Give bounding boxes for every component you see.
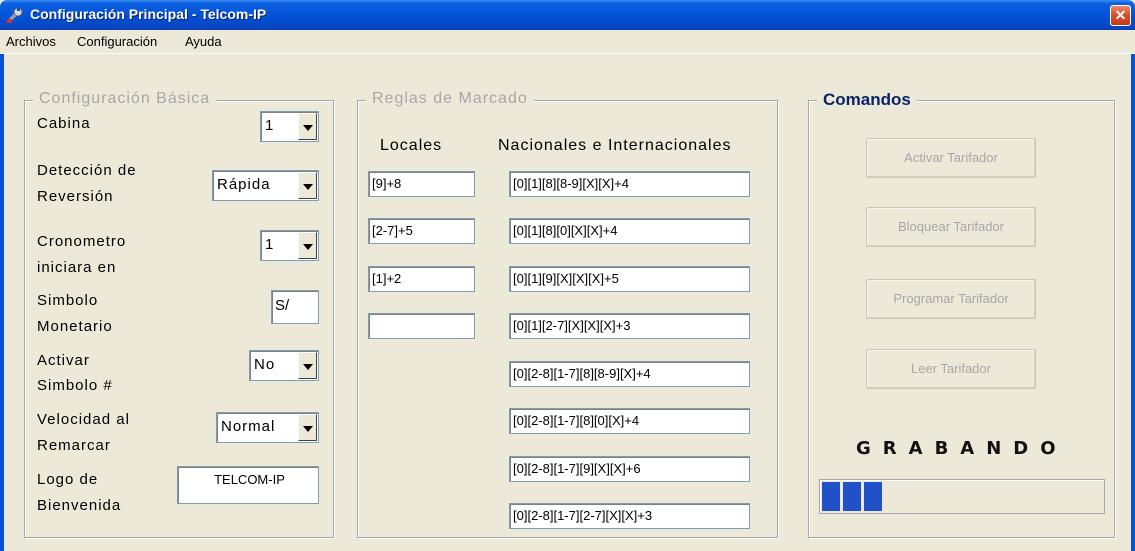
programar-tarifador-button[interactable]: Programar Tarifador: [866, 279, 1036, 319]
chevron-down-icon[interactable]: [298, 113, 317, 140]
label-logo-2: Bienvenida: [37, 497, 122, 514]
progress-bar: [819, 479, 1105, 514]
group-commands-legend: Comandos: [817, 90, 917, 110]
group-rules-legend: Reglas de Marcado: [366, 90, 534, 108]
national-rule-field-2[interactable]: [0][1][8][0][X][X]+4: [509, 218, 750, 244]
velocidad-value: Normal: [221, 418, 276, 435]
label-activar-2: Simbolo #: [37, 377, 113, 394]
local-rule-field-1[interactable]: [9]+8: [368, 171, 475, 197]
progress-chunk: [843, 482, 861, 511]
label-cabina: Cabina: [37, 115, 91, 132]
cronometro-value: 1: [265, 236, 275, 253]
national-rule-field-5[interactable]: [0][2-8][1-7][8][8-9][X]+4: [509, 361, 750, 387]
national-rule-field-3[interactable]: [0][1][9][X][X][X]+5: [509, 266, 750, 292]
activar-value: No: [254, 356, 276, 373]
velocidad-select[interactable]: Normal: [216, 412, 319, 443]
label-cronometro-1: Cronometro: [37, 233, 127, 250]
menu-bar: Archivos Configuración Ayuda: [0, 30, 1135, 54]
menu-archivos[interactable]: Archivos: [6, 34, 56, 49]
bloquear-tarifador-button[interactable]: Bloquear Tarifador: [866, 207, 1036, 247]
label-cronometro-2: iniciara en: [37, 259, 117, 276]
deteccion-value: Rápida: [217, 176, 271, 193]
menu-ayuda[interactable]: Ayuda: [185, 34, 222, 49]
national-rule-field-8[interactable]: [0][2-8][1-7][2-7][X][X]+3: [509, 503, 750, 529]
progress-fill: [822, 482, 882, 511]
national-rule-field-1[interactable]: [0][1][8][8-9][X][X]+4: [509, 171, 750, 197]
national-rule-field-4[interactable]: [0][1][2-7][X][X][X]+3: [509, 313, 750, 339]
label-deteccion-1: Detección de: [37, 162, 137, 179]
label-deteccion-2: Reversión: [37, 188, 114, 205]
header-locales: Locales: [380, 137, 443, 154]
leer-tarifador-button[interactable]: Leer Tarifador: [866, 349, 1036, 389]
close-button[interactable]: ✕: [1110, 5, 1131, 26]
label-activar-1: Activar: [37, 352, 90, 369]
local-rule-field-4[interactable]: [368, 313, 475, 339]
label-simbolo-1: Simbolo: [37, 292, 99, 309]
deteccion-select[interactable]: Rápida: [212, 170, 319, 201]
menu-configuracion[interactable]: Configuración: [77, 34, 157, 49]
simbolo-field[interactable]: S/: [271, 290, 319, 324]
close-icon: ✕: [1114, 7, 1127, 23]
cronometro-select[interactable]: 1: [260, 230, 319, 261]
group-basic-legend: Configuración Básica: [33, 90, 217, 108]
window-border-left: [0, 54, 4, 551]
progress-chunk: [864, 482, 882, 511]
cabina-select[interactable]: 1: [260, 111, 319, 142]
status-recording-label: GRABANDO: [856, 438, 1068, 459]
wrench-icon: [7, 7, 23, 23]
local-rule-field-3[interactable]: [1]+2: [368, 266, 475, 292]
window-border-right: [1131, 54, 1135, 551]
chevron-down-icon[interactable]: [298, 352, 317, 379]
window-title: Configuración Principal - Telcom-IP: [30, 6, 267, 22]
chevron-down-icon[interactable]: [298, 232, 317, 259]
logo-field[interactable]: TELCOM-IP: [177, 466, 319, 504]
cabina-value: 1: [265, 117, 275, 134]
local-rule-field-2[interactable]: [2-7]+5: [368, 218, 475, 244]
national-rule-field-6[interactable]: [0][2-8][1-7][8][0][X]+4: [509, 408, 750, 434]
chevron-down-icon[interactable]: [298, 414, 317, 441]
label-logo-1: Logo de: [37, 471, 99, 488]
activar-select[interactable]: No: [249, 350, 319, 381]
activar-tarifador-button[interactable]: Activar Tarifador: [866, 138, 1036, 178]
label-velocidad-1: Velocidad al: [37, 411, 130, 428]
progress-chunk: [822, 482, 840, 511]
header-nacionales: Nacionales e Internacionales: [498, 137, 732, 154]
chevron-down-icon[interactable]: [298, 172, 317, 199]
title-bar[interactable]: Configuración Principal - Telcom-IP ✕: [0, 0, 1135, 30]
label-velocidad-2: Remarcar: [37, 437, 111, 454]
label-simbolo-2: Monetario: [37, 318, 113, 335]
national-rule-field-7[interactable]: [0][2-8][1-7][9][X][X]+6: [509, 456, 750, 482]
